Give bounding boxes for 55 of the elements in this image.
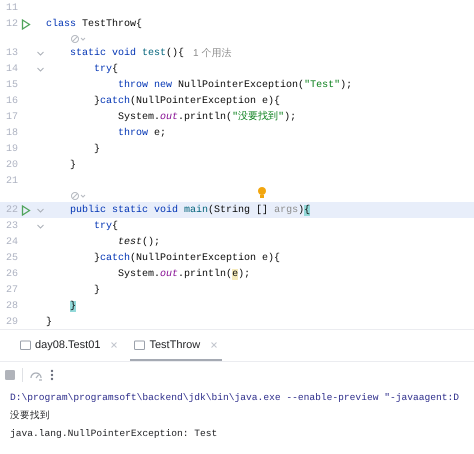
code-line: } bbox=[93, 284, 100, 298]
code-line: test(); bbox=[117, 236, 160, 250]
line-number: 27 bbox=[4, 284, 18, 298]
code-line: } bbox=[69, 158, 76, 172]
code-line: throw new NullPointerException("Test"); bbox=[117, 78, 352, 92]
code-line: System.out.println("没要找到"); bbox=[117, 110, 296, 124]
fold-chevron-icon[interactable] bbox=[36, 224, 44, 228]
window-icon bbox=[134, 340, 146, 350]
more-icon[interactable] bbox=[49, 368, 55, 382]
code-line: static void test(){ bbox=[69, 46, 184, 60]
run-icon[interactable] bbox=[21, 18, 31, 30]
line-number: 11 bbox=[4, 2, 18, 16]
lightbulb-icon[interactable] bbox=[257, 186, 267, 200]
code-line: throw e; bbox=[117, 126, 166, 140]
line-number: 21 bbox=[4, 174, 18, 188]
code-line: } bbox=[93, 142, 100, 156]
console-output: java.lang.NullPointerException: Test bbox=[10, 426, 218, 441]
line-number: 15 bbox=[4, 78, 18, 92]
inlay-hint-icon[interactable] bbox=[70, 34, 88, 44]
line-number: 20 bbox=[4, 158, 18, 172]
line-number: 28 bbox=[4, 300, 18, 314]
code-line: try{ bbox=[93, 220, 118, 234]
code-line: }catch(NullPointerException e){ bbox=[93, 94, 280, 108]
console-command: D:\program\programsoft\backend\jdk\bin\java.exe --enable-preview "-javaagent:D bbox=[10, 390, 460, 405]
code-line: } bbox=[46, 316, 52, 329]
code-line: public static void main(String [] args){ bbox=[69, 204, 310, 218]
line-number: 23 bbox=[4, 220, 18, 234]
line-number: 29 bbox=[4, 316, 18, 329]
inlay-hint-icon[interactable] bbox=[70, 190, 88, 200]
code-line: class TestThrow{ bbox=[46, 18, 142, 32]
line-number: 25 bbox=[4, 252, 18, 266]
line-number: 14 bbox=[4, 62, 18, 76]
stop-icon[interactable] bbox=[4, 368, 16, 380]
close-icon[interactable] bbox=[210, 341, 218, 349]
code-line: try{ bbox=[93, 62, 118, 76]
line-number: 22 bbox=[4, 204, 18, 218]
run-icon[interactable] bbox=[21, 204, 31, 216]
run-tab[interactable]: TestThrow bbox=[130, 331, 222, 361]
line-number: 24 bbox=[4, 236, 18, 250]
fold-chevron-icon[interactable] bbox=[36, 66, 44, 72]
fold-chevron-icon[interactable] bbox=[36, 208, 44, 212]
console-output: 没要找到 bbox=[10, 408, 50, 423]
line-number: 19 bbox=[4, 142, 18, 156]
fold-chevron-icon[interactable] bbox=[36, 50, 44, 56]
code-line: System.out.println(e); bbox=[117, 268, 250, 282]
window-icon bbox=[20, 340, 31, 350]
line-number: 16 bbox=[4, 94, 18, 108]
close-icon[interactable] bbox=[110, 341, 118, 349]
line-number: 13 bbox=[4, 46, 18, 60]
line-number: 12 bbox=[4, 18, 18, 32]
line-number: 17 bbox=[4, 110, 18, 124]
line-number: 26 bbox=[4, 268, 18, 282]
line-number: 18 bbox=[4, 126, 18, 140]
code-line: }catch(NullPointerException e){ bbox=[93, 252, 280, 266]
run-tab[interactable]: day08.Test01 bbox=[16, 331, 122, 361]
